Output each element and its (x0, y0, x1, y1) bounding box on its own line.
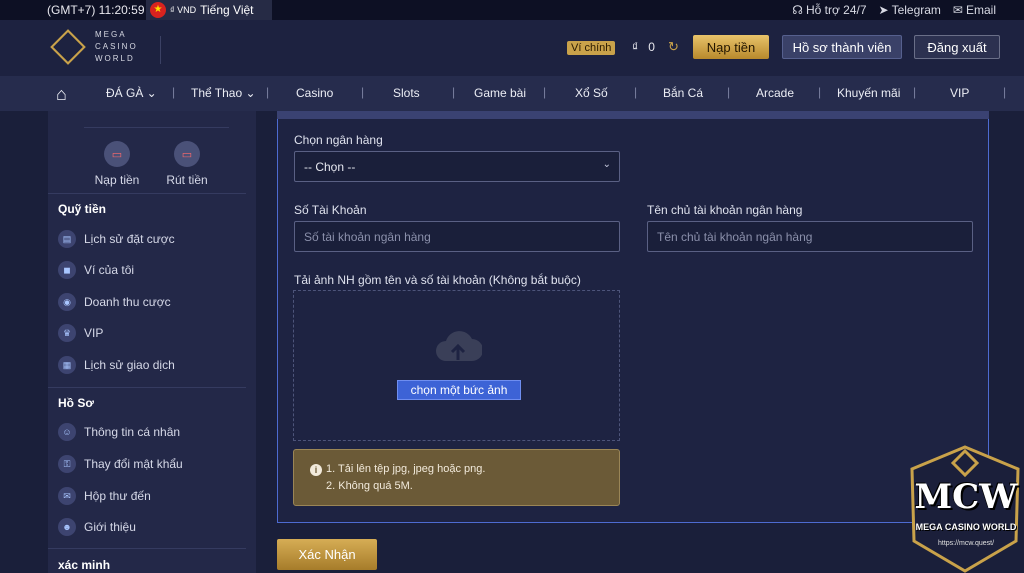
sidebar-item-transactions[interactable]: ▦ Lịch sử giao dịch (58, 356, 175, 374)
nav-item-ban-ca[interactable]: Bắn Cá (663, 86, 703, 100)
notice-line-2: 2. Không quá 5M. (326, 480, 413, 492)
info-icon: i (310, 464, 322, 476)
nav-item-xo-so[interactable]: Xổ Số (575, 86, 608, 100)
account-number-input[interactable]: Số tài khoản ngân hàng (294, 221, 620, 252)
sidebar-item-inbox[interactable]: ✉ Hộp thư đến (58, 487, 151, 505)
nav-item-casino[interactable]: Casino (296, 86, 333, 100)
sidebar-item-bet-history[interactable]: ▤ Lịch sử đặt cược (58, 230, 175, 248)
divider (84, 127, 229, 128)
history-icon: ▤ (58, 230, 76, 248)
section-title-funds: Quỹ tiền (58, 202, 107, 216)
upload-label: Tải ảnh NH gồm tên và số tài khoản (Khôn… (294, 273, 581, 287)
nav-item-arcade[interactable]: Arcade (756, 86, 794, 100)
user-icon: ☺ (58, 423, 76, 441)
cloud-upload-icon (436, 331, 482, 361)
account-holder-placeholder: Tên chủ tài khoản ngân hàng (657, 229, 813, 244)
refresh-icon[interactable]: ↻ (668, 39, 679, 55)
watermark-title: MCW (914, 477, 1018, 517)
referral-icon: ☻ (58, 518, 76, 536)
nav-item-khuyen-mai[interactable]: Khuyến mãi (837, 86, 900, 100)
wallet-tag: Ví chính (567, 41, 616, 55)
headset-icon: ☊ (792, 3, 803, 17)
wallet-icon: ◼ (58, 261, 76, 279)
deposit-button[interactable]: Nạp tiền (693, 35, 769, 59)
divider (160, 36, 161, 64)
account-number-label: Số Tài Khoản (294, 203, 367, 217)
logout-button[interactable]: Đăng xuất (914, 35, 1000, 59)
currency-label: ₫ VND (170, 5, 197, 15)
receipt-icon: ▦ (58, 356, 76, 374)
sidebar: ▭ Nạp tiền ▭ Rút tiền Quỹ tiền ▤ Lịch sử … (48, 111, 256, 573)
upload-notice: i 1. Tải lên tệp jpg, jpeg hoặc png. 2. … (293, 449, 620, 506)
choose-photo-button[interactable]: chọn một bức ảnh (397, 380, 521, 400)
mail-icon: ✉ (952, 3, 963, 17)
divider (48, 387, 246, 388)
language-selector[interactable]: ★ ₫ VND Tiếng Việt (146, 0, 272, 20)
nav-item-slots[interactable]: Slots (393, 86, 420, 100)
mcw-watermark: MCW MEGA CASINO WORLD https://mcw.quest/ (906, 445, 1024, 573)
account-holder-label: Tên chủ tài khoản ngân hàng (647, 203, 803, 217)
quick-deposit-button[interactable]: ▭ Nạp tiền (87, 141, 147, 187)
telegram-icon: ➤ (878, 3, 889, 17)
bank-select[interactable]: -- Chọn -- ⌄ (294, 151, 620, 182)
email-link[interactable]: ✉ Email (953, 3, 996, 17)
account-holder-input[interactable]: Tên chủ tài khoản ngân hàng (647, 221, 973, 252)
divider (48, 548, 246, 549)
language-label: Tiếng Việt (200, 3, 254, 17)
withdraw-card-icon: ▭ (174, 141, 200, 167)
chevron-down-icon: ⌄ (602, 159, 611, 170)
chart-icon: ◉ (58, 293, 76, 311)
currency-symbol: ₫ (632, 40, 639, 54)
sidebar-item-personal-info[interactable]: ☺ Thông tin cá nhân (58, 423, 180, 441)
watermark-subtitle: MEGA CASINO WORLD (915, 522, 1017, 532)
home-icon[interactable]: ⌂ (56, 84, 67, 105)
section-title-profile: Hồ Sơ (58, 396, 94, 410)
vietnam-flag-icon: ★ (150, 2, 166, 18)
lock-icon: ⚿ (58, 455, 76, 473)
profile-button[interactable]: Hồ sơ thành viên (782, 35, 902, 59)
support-link[interactable]: ☊ Hỗ trợ 24/7 (792, 3, 866, 17)
telegram-link[interactable]: ➤ Telegram (879, 3, 941, 17)
bank-select-label: Chọn ngân hàng (294, 133, 383, 147)
balance-display: ₫ 0 (632, 40, 655, 54)
divider (48, 193, 246, 194)
panel-header-strip (277, 111, 989, 119)
nav-item-da-ga[interactable]: ĐÁ GÀ ⌄ (106, 86, 157, 100)
confirm-button[interactable]: Xác Nhận (277, 539, 377, 570)
account-number-placeholder: Số tài khoản ngân hàng (304, 229, 431, 244)
sidebar-item-change-password[interactable]: ⚿ Thay đổi mật khẩu (58, 455, 183, 473)
site-logo[interactable]: MEGA CASINO WORLD (50, 29, 138, 65)
deposit-card-icon: ▭ (104, 141, 130, 167)
logo-text-3: WORLD (95, 54, 135, 63)
main-nav: ⌂ ĐÁ GÀ ⌄ | Thể Thao ⌄ | Casino | Slots … (0, 76, 1024, 111)
sidebar-item-my-wallet[interactable]: ◼ Ví của tôi (58, 261, 134, 279)
logo-text-2: CASINO (95, 42, 138, 51)
notice-line-1: 1. Tải lên tệp jpg, jpeg hoặc png. (326, 463, 486, 475)
watermark-url: https://mcw.quest/ (937, 540, 995, 547)
top-bar: (GMT+7) 11:20:59 ★ ₫ VND Tiếng Việt ☊ Hỗ … (0, 0, 1024, 20)
upload-dropzone[interactable]: chọn một bức ảnh (293, 290, 620, 441)
logo-mark-icon (50, 29, 86, 65)
quick-withdraw-button[interactable]: ▭ Rút tiền (157, 141, 217, 187)
sidebar-item-turnover[interactable]: ◉ Doanh thu cược (58, 293, 171, 311)
sidebar-item-vip[interactable]: ♛ VIP (58, 324, 103, 342)
bank-select-value: -- Chọn -- (304, 159, 356, 174)
nav-item-the-thao[interactable]: Thể Thao ⌄ (191, 86, 256, 100)
balance-value: 0 (648, 40, 655, 54)
nav-item-game-bai[interactable]: Game bài (474, 86, 526, 100)
nav-item-vip[interactable]: VIP (950, 86, 969, 100)
mail-icon: ✉ (58, 487, 76, 505)
crown-icon: ♛ (58, 324, 76, 342)
clock: (GMT+7) 11:20:59 (47, 3, 145, 17)
section-title-verify: xác minh (58, 558, 111, 572)
header: MEGA CASINO WORLD Ví chính ₫ 0 ↻ Nạp tiề… (0, 20, 1024, 76)
sidebar-item-referral[interactable]: ☻ Giới thiệu (58, 518, 136, 536)
logo-text-1: MEGA (95, 30, 127, 39)
